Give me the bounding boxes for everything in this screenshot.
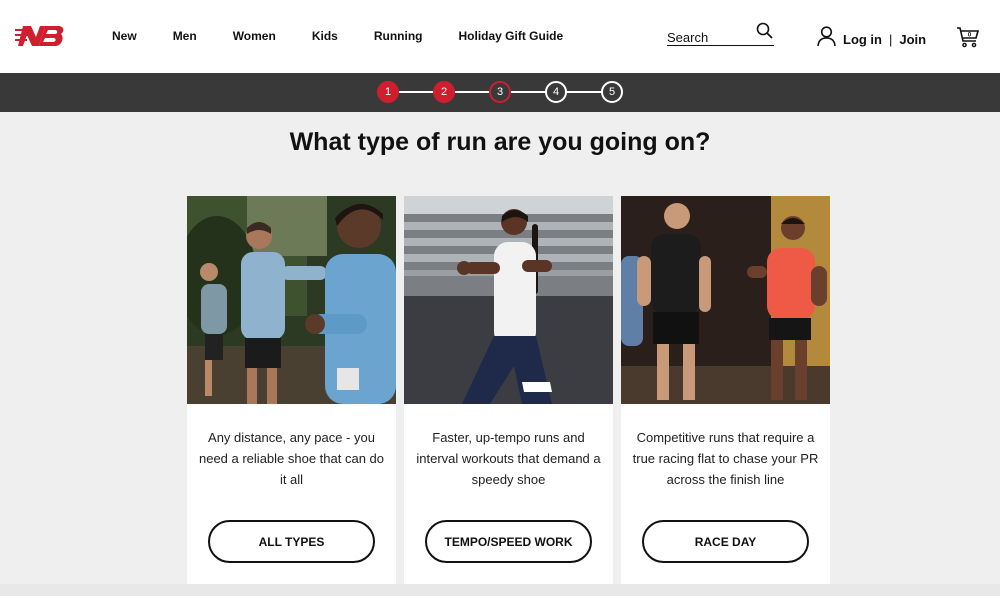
- search-input[interactable]: [667, 27, 751, 47]
- new-balance-logo[interactable]: [15, 24, 65, 53]
- tempo-speed-description: Faster, up-tempo runs and interval worko…: [416, 430, 601, 487]
- step-3: 3: [489, 81, 511, 103]
- search-icon[interactable]: [756, 22, 774, 45]
- user-icon[interactable]: [817, 26, 836, 52]
- race-day-description: Competitive runs that require a true rac…: [632, 430, 819, 487]
- tempo-speed-photo: [404, 196, 613, 404]
- site-header: New Men Women Kids Running Holiday Gift …: [0, 0, 1000, 73]
- nav-running[interactable]: Running: [374, 29, 423, 43]
- step-connector: [397, 91, 437, 93]
- run-type-card-tempo-speed[interactable]: Faster, up-tempo runs and interval worko…: [404, 196, 613, 584]
- progress-bar: 1 2 3 4 5: [0, 73, 1000, 112]
- run-type-card-race-day[interactable]: Competitive runs that require a true rac…: [621, 196, 830, 584]
- tempo-speed-button[interactable]: TEMPO/SPEED WORK: [425, 520, 592, 563]
- step-4: 4: [545, 81, 567, 103]
- cart-icon: 0: [957, 27, 980, 48]
- race-day-button[interactable]: RACE DAY: [642, 520, 809, 563]
- nav-holiday-gift-guide[interactable]: Holiday Gift Guide: [458, 29, 563, 43]
- nav-men[interactable]: Men: [173, 29, 197, 43]
- nav-kids[interactable]: Kids: [312, 29, 338, 43]
- nav-new[interactable]: New: [112, 29, 137, 43]
- run-type-card-all-types[interactable]: Any distance, any pace - you need a reli…: [187, 196, 396, 584]
- main-nav: New Men Women Kids Running Holiday Gift …: [112, 29, 599, 43]
- nb-logo-icon: [15, 26, 64, 46]
- page-title: What type of run are you going on?: [289, 128, 711, 156]
- step-connector: [453, 91, 493, 93]
- account-links: Log in | Join: [817, 26, 926, 52]
- race-day-photo: [621, 196, 830, 404]
- nav-women[interactable]: Women: [233, 29, 276, 43]
- step-connector: [509, 91, 549, 93]
- all-types-description: Any distance, any pace - you need a reli…: [198, 430, 385, 487]
- page-bottom-shade: [0, 584, 1000, 596]
- step-1[interactable]: 1: [377, 81, 399, 103]
- all-types-photo: [187, 196, 396, 404]
- progress-steps: 1 2 3 4 5: [377, 81, 624, 103]
- step-2[interactable]: 2: [433, 81, 455, 103]
- account-divider: |: [889, 31, 893, 47]
- step-connector: [565, 91, 605, 93]
- all-types-button[interactable]: ALL TYPES: [208, 520, 375, 563]
- cart-button[interactable]: 0: [956, 25, 980, 54]
- step-5: 5: [601, 81, 623, 103]
- login-link[interactable]: Log in: [843, 32, 882, 47]
- join-link[interactable]: Join: [899, 32, 926, 47]
- search-box: [667, 22, 774, 47]
